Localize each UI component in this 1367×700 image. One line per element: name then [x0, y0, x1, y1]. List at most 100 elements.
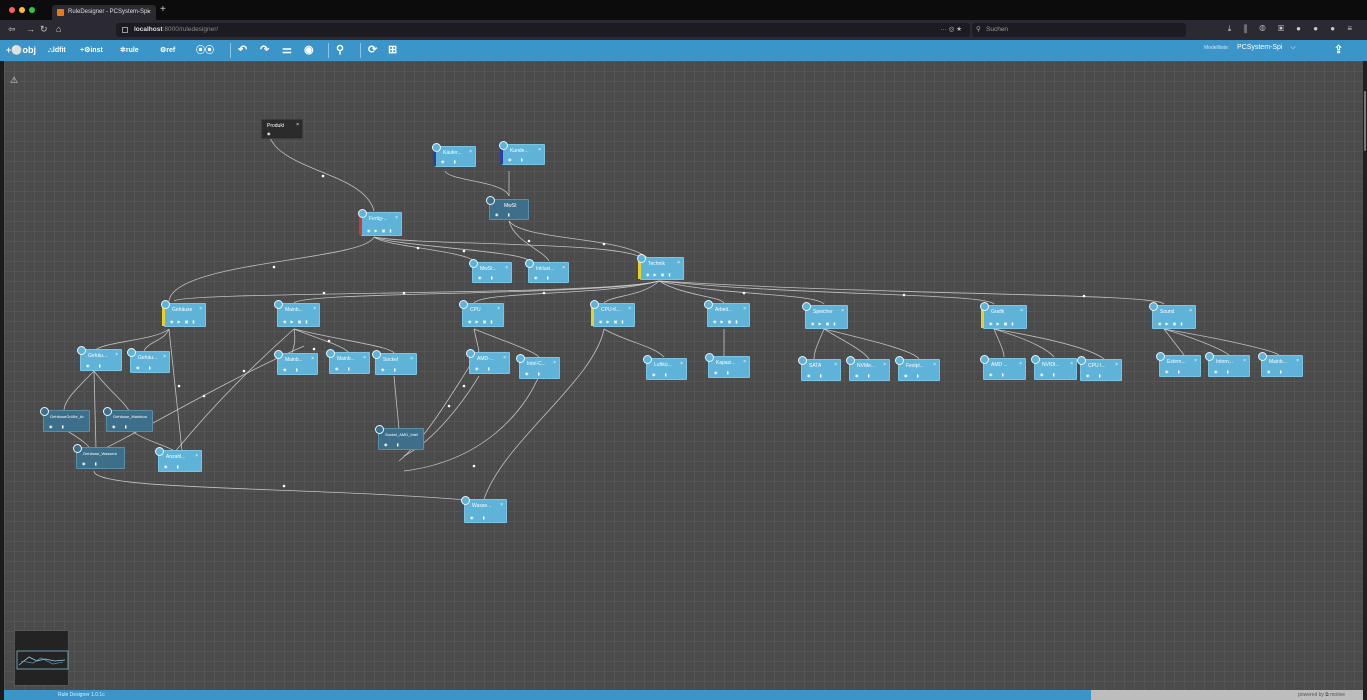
node-mwst[interactable]: MwSt ◉ ▮ [486, 196, 529, 220]
node-sata[interactable]: SATA × ◉ ▮ [798, 356, 841, 381]
minimize-window-icon[interactable] [19, 7, 25, 13]
close-icon[interactable]: × [883, 362, 886, 368]
search-input[interactable]: ⚲ Suchen [972, 23, 1186, 37]
close-icon[interactable]: × [1019, 361, 1022, 367]
node-amd-grafik[interactable]: AMD ... × ◉ ▮ [980, 355, 1026, 380]
warning-icon[interactable]: ⚠ [10, 75, 22, 87]
node-mainboard-sound[interactable]: Mainb... × ◉ ▮ [1258, 352, 1303, 377]
close-icon[interactable]: × [115, 352, 118, 358]
node-intel[interactable]: Intel-C... × ◉ ▮ [516, 354, 560, 379]
node-actions[interactable]: ◉ ▮ [534, 275, 565, 280]
search-icon[interactable]: ⚲ [336, 43, 344, 58]
node-nvme[interactable]: NVMe... × ◉ ▮ [846, 356, 890, 381]
node-actions[interactable]: ◉▶▣▮ [599, 319, 631, 324]
node-extern[interactable]: Extern... × ◉ ▮ [1156, 352, 1201, 377]
node-grafik[interactable]: Grafik × ◉▶▣▮ [980, 302, 1027, 329]
close-icon[interactable]: × [410, 356, 413, 362]
node-actions[interactable]: ◉▶▣▮ [283, 319, 316, 324]
node-actions[interactable]: ◉ ▮ [49, 424, 86, 429]
tab-close-icon[interactable]: × [147, 5, 151, 20]
node-wasserkuehlung[interactable]: Wasse... × ◉ ▮ [461, 496, 507, 523]
node-mainboard[interactable]: Mainb... × ◉▶▣▮ [274, 300, 320, 327]
node-actions[interactable]: ◉ ▮ [495, 212, 525, 217]
node-nvidia[interactable]: NVIDI... × ◉ ▮ [1031, 355, 1077, 380]
node-actions[interactable]: ◉ ▮ [989, 372, 1022, 377]
node-cpu[interactable]: CPU × ◉▶▣▮ [459, 300, 504, 327]
node-actions[interactable]: ◉▶▣▮ [811, 321, 844, 326]
add-object-button[interactable]: +⚪obj [6, 43, 36, 58]
close-icon[interactable]: × [1020, 308, 1023, 314]
reload-icon[interactable]: ↻ [40, 24, 48, 35]
node-actions[interactable]: ◉ ▮ [1214, 369, 1246, 374]
rule-sockel-amd-intel[interactable]: Sockel_AMD_Intel ◉ ▮ [375, 425, 424, 450]
rule-gehaeuse-wasserkuehlung[interactable]: Gehäuse_Wasserk ◉ ▮ [73, 444, 125, 469]
scrollbar-thumb[interactable] [1364, 91, 1366, 151]
node-cpu-integriert[interactable]: CPU I... × ◉ ▮ [1077, 356, 1122, 381]
close-icon[interactable]: × [933, 362, 936, 368]
node-gehaeuse[interactable]: Gehäuse × ◉▶▣▮ [161, 300, 206, 327]
close-icon[interactable]: × [199, 306, 202, 312]
model-selector[interactable]: Modellliste: PCSystem-Spi ⌵ [1204, 44, 1296, 52]
close-icon[interactable]: × [395, 215, 398, 221]
close-icon[interactable]: × [500, 502, 503, 508]
node-actions[interactable]: ◉▶▣▮ [989, 321, 1023, 326]
node-gehaeuse-1[interactable]: Gehäu... × ◉ ▮ [77, 346, 122, 371]
node-actions[interactable]: ◉ ▮ [525, 371, 556, 376]
close-icon[interactable]: × [834, 362, 837, 368]
ldfit-button[interactable]: ⛬ldfit [48, 43, 66, 58]
close-icon[interactable]: × [1070, 361, 1073, 367]
add-rule-button[interactable]: ✲rule [120, 43, 139, 58]
node-actions[interactable]: ◉ ▮ [164, 464, 198, 469]
rule-gehaeuse-groesse[interactable]: GehäuseGröße_Ar ◉ ▮ [40, 407, 90, 432]
node-actions[interactable]: ◉ ▮ [1086, 373, 1118, 378]
node-sound[interactable]: Sound × ◉▶▣▮ [1149, 302, 1196, 329]
node-actions[interactable]: ◉ ▮ [652, 372, 683, 377]
node-mainboard-1[interactable]: Mainb... × ◉ ▮ [274, 350, 318, 375]
close-icon[interactable]: × [505, 265, 508, 271]
node-kaeufer[interactable]: Käufer... × ◉ ▮ [432, 143, 476, 167]
node-kunde[interactable]: Kunde... × ◉ ▮ [499, 141, 545, 165]
close-icon[interactable]: × [553, 360, 556, 366]
new-tab-button[interactable]: + [160, 4, 166, 15]
node-actions[interactable]: ◉ ▮ [904, 373, 936, 378]
browser-tab[interactable]: RuleDesigner - PCSystem-Spi × [52, 5, 156, 20]
node-actions[interactable]: ◉ ▮ [470, 515, 503, 520]
grid-icon[interactable]: ⊞ [388, 43, 397, 58]
node-actions[interactable]: ◉ ▮ [855, 373, 886, 378]
node-mainboard-2[interactable]: Mainb... × ◉ ▮ [326, 349, 370, 374]
node-actions[interactable]: ◉ ▮ [82, 461, 121, 466]
undo-icon[interactable]: ↶ [238, 43, 247, 58]
node-actions[interactable]: ◉▶▣▮ [367, 228, 398, 233]
node-actions[interactable]: ◉ [267, 131, 299, 136]
url-actions-icon[interactable]: ··· ◎ ★ [940, 23, 962, 37]
close-window-icon[interactable] [9, 7, 15, 13]
close-icon[interactable]: × [1115, 362, 1118, 368]
node-mwst2[interactable]: MwSt... × ◉ ▮ [469, 259, 512, 283]
close-icon[interactable]: × [313, 306, 316, 312]
url-bar[interactable]: localhost:8000/ruledesigner/ ··· ◎ ★ [116, 23, 970, 37]
node-actions[interactable]: ◉ ▮ [478, 275, 508, 280]
node-kapazitaet[interactable]: Kapazi... × ◉ ▮ [705, 353, 750, 378]
close-icon[interactable]: × [497, 306, 500, 312]
rule-gehaeuse-mainboard[interactable]: Gehäuse_Mainboa ◉ ▮ [103, 407, 153, 432]
node-actions[interactable]: ◉ ▮ [475, 366, 506, 371]
node-actions[interactable]: ◉ ▮ [283, 367, 314, 372]
node-cpu-kuehler[interactable]: CPU-K... × ◉▶▣▮ [590, 300, 635, 327]
redo-icon[interactable]: ↷ [260, 43, 269, 58]
forward-icon[interactable]: → [26, 24, 35, 34]
node-intern[interactable]: Intern... × ◉ ▮ [1205, 352, 1250, 377]
add-instance-button[interactable]: +⚙inst [80, 43, 103, 58]
node-actions[interactable]: ◉▶▣▮ [468, 319, 500, 324]
close-icon[interactable]: × [469, 149, 472, 155]
node-actions[interactable]: ◉ ▮ [136, 365, 166, 370]
node-inklusi[interactable]: Inklusi... × ◉ ▮ [525, 259, 569, 283]
close-icon[interactable]: × [628, 306, 631, 312]
node-technik[interactable]: Technik × ◉▶▣▮ [637, 254, 684, 280]
node-actions[interactable]: ◉ ▮ [1165, 369, 1197, 374]
node-actions[interactable]: ◉ ▮ [384, 442, 420, 447]
node-sockel[interactable]: Sockel × ◉ ▮ [372, 350, 417, 375]
close-icon[interactable]: × [1194, 358, 1197, 364]
close-icon[interactable]: × [503, 355, 506, 361]
vertical-scrollbar[interactable] [1363, 61, 1367, 700]
zoom-window-icon[interactable] [29, 7, 35, 13]
